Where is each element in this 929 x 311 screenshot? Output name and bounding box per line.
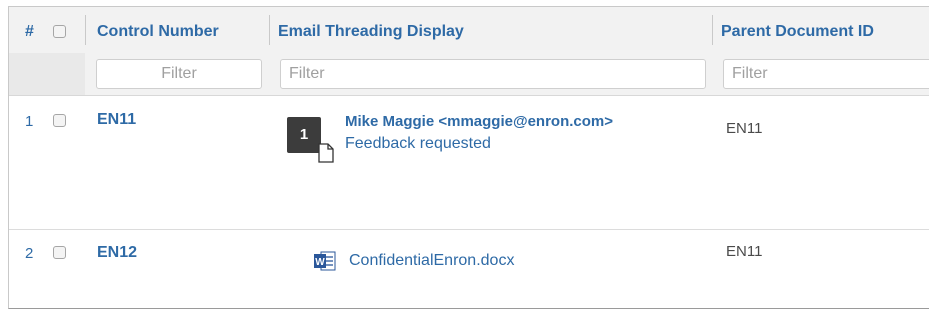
header-parent-document-id[interactable]: Parent Document ID <box>721 23 874 41</box>
thread-count: 1 <box>299 126 309 143</box>
row-divider <box>9 229 929 230</box>
svg-text:W: W <box>315 257 325 268</box>
header-control-number[interactable]: Control Number <box>97 23 219 41</box>
row-checkbox[interactable] <box>53 246 66 259</box>
attachment-filename[interactable]: ConfidentialEnron.docx <box>349 252 514 270</box>
row-checkbox[interactable] <box>53 114 66 127</box>
control-number-link[interactable]: EN12 <box>97 244 137 262</box>
select-all-checkbox[interactable] <box>53 25 66 38</box>
column-divider[interactable] <box>269 15 270 45</box>
document-list-grid: # Control Number Email Threading Display… <box>8 6 929 309</box>
word-doc-icon: W <box>314 251 336 271</box>
control-number-filter-input[interactable] <box>96 59 262 89</box>
grid-header: # Control Number Email Threading Display… <box>9 7 929 54</box>
row-number: 2 <box>25 245 34 262</box>
email-threading-filter-input[interactable] <box>280 59 706 89</box>
filter-row-gutter <box>9 53 85 95</box>
column-divider[interactable] <box>85 15 86 45</box>
parent-document-id: EN11 <box>726 120 763 137</box>
row-number: 1 <box>25 113 34 130</box>
control-number-link[interactable]: EN11 <box>97 111 136 129</box>
header-number[interactable]: # <box>25 23 34 41</box>
parent-document-id: EN11 <box>726 243 763 260</box>
email-subject[interactable]: Feedback requested <box>345 135 491 153</box>
thread-count-badge: 1 <box>287 117 321 153</box>
column-divider[interactable] <box>712 15 713 45</box>
filter-row <box>9 53 929 96</box>
email-sender[interactable]: Mike Maggie <mmaggie@enron.com> <box>345 113 613 130</box>
parent-document-id-filter-input[interactable] <box>723 59 929 89</box>
document-icon <box>318 143 334 163</box>
header-email-threading-display[interactable]: Email Threading Display <box>278 23 464 41</box>
